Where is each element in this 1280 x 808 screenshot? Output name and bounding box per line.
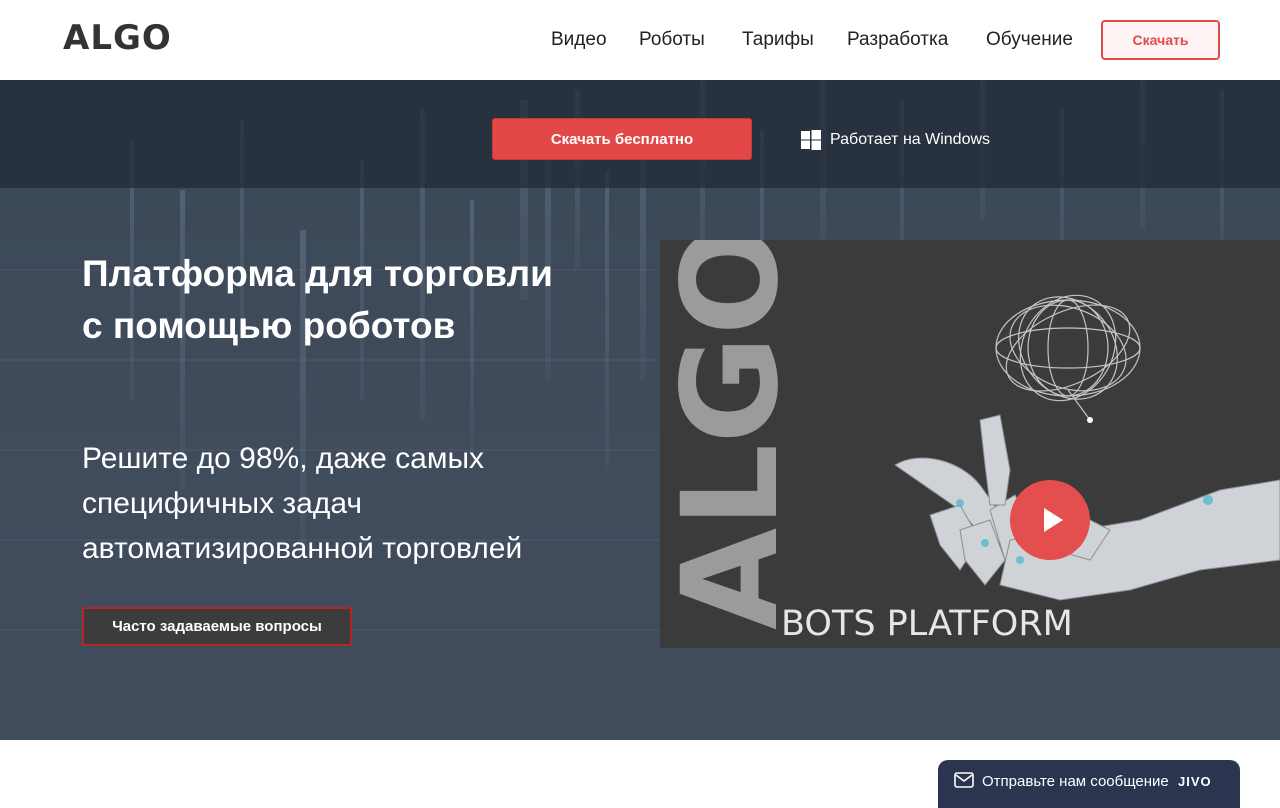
nav-item-learning[interactable]: Обучение — [986, 28, 1073, 52]
chat-label: Отправьте нам сообщение — [982, 773, 1169, 790]
svg-text:ALGO: ALGO — [668, 240, 778, 630]
download-bar: Скачать бесплатно Работает на Windows — [0, 80, 1280, 188]
hero-section: Скачать бесплатно Работает на Windows Пл… — [0, 80, 1280, 740]
play-button[interactable] — [1010, 480, 1090, 560]
site-header: ALGO Видео Роботы Тарифы Разработка Обуч… — [0, 0, 1280, 80]
chat-brand-logo: JIVO — [1178, 774, 1212, 789]
play-icon — [1044, 508, 1063, 532]
video-caption: BOTS PLATFORM — [781, 604, 1073, 644]
nav-item-video[interactable]: Видео — [551, 28, 607, 52]
windows-icon — [801, 130, 821, 150]
video-player[interactable]: ALGO BOTS PLATFORM — [660, 240, 1280, 648]
nav-item-development[interactable]: Разработка — [847, 28, 948, 52]
platform-note: Работает на Windows — [801, 130, 990, 150]
vertical-brand-logo: ALGO — [668, 240, 778, 630]
faq-button[interactable]: Часто задаваемые вопросы — [82, 607, 352, 646]
hero-subtitle: Решите до 98%, даже самых специфичных за… — [82, 442, 523, 565]
nav-item-pricing[interactable]: Тарифы — [742, 28, 814, 52]
mail-icon — [954, 772, 974, 788]
nav-item-robots[interactable]: Роботы — [639, 28, 705, 52]
logo[interactable]: ALGO — [63, 18, 172, 58]
download-free-button[interactable]: Скачать бесплатно — [492, 118, 752, 160]
download-button[interactable]: Скачать — [1101, 20, 1220, 60]
chat-widget[interactable]: Отправьте нам сообщение JIVO — [938, 760, 1240, 808]
hero-title: Платформа для торговли с помощью роботов — [82, 253, 553, 346]
platform-note-text: Работает на Windows — [830, 131, 991, 148]
